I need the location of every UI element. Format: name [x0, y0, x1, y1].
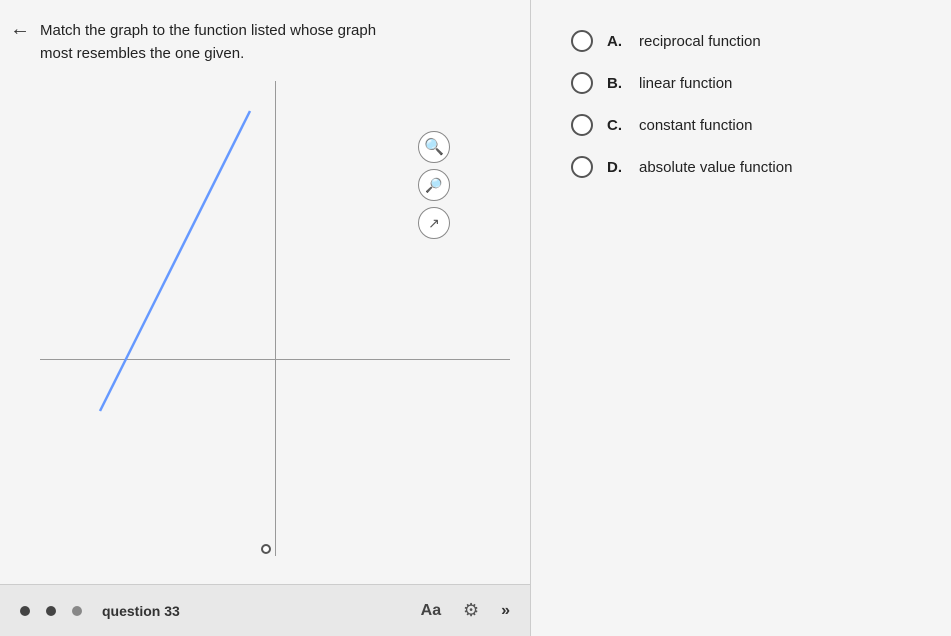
- dot-2: [46, 606, 56, 616]
- graph-area: 🔍 🔎 ↗: [40, 81, 510, 636]
- option-d-text: absolute value function: [639, 159, 792, 176]
- option-b-letter: B.: [607, 75, 625, 92]
- option-a[interactable]: A. reciprocal function: [571, 30, 921, 52]
- share-button[interactable]: ⚙: [457, 597, 485, 625]
- graph-line: [100, 111, 104, 391]
- option-a-letter: A.: [607, 33, 625, 50]
- radio-c[interactable]: [571, 114, 593, 136]
- question-label: question 33: [102, 603, 180, 619]
- bottom-tools: Aa ⚙ »: [421, 597, 510, 625]
- right-panel: A. reciprocal function B. linear functio…: [531, 0, 951, 636]
- option-d[interactable]: D. absolute value function: [571, 156, 921, 178]
- option-c-text: constant function: [639, 117, 752, 134]
- share-icon: ⚙: [463, 600, 479, 621]
- graph-endpoint-dot: [261, 544, 271, 554]
- next-button[interactable]: »: [501, 602, 510, 620]
- option-b[interactable]: B. linear function: [571, 72, 921, 94]
- zoom-out-icon: 🔎: [425, 177, 442, 194]
- back-arrow-icon[interactable]: ←: [10, 18, 30, 41]
- option-c[interactable]: C. constant function: [571, 114, 921, 136]
- dot-1: [20, 606, 30, 616]
- option-b-text: linear function: [639, 75, 732, 92]
- zoom-out-button[interactable]: 🔎: [418, 169, 450, 201]
- option-a-text: reciprocal function: [639, 33, 761, 50]
- radio-a[interactable]: [571, 30, 593, 52]
- radio-b[interactable]: [571, 72, 593, 94]
- option-c-letter: C.: [607, 117, 625, 134]
- zoom-in-button[interactable]: 🔍: [418, 131, 450, 163]
- dot-3: [72, 606, 82, 616]
- option-d-letter: D.: [607, 159, 625, 176]
- font-size-button[interactable]: Aa: [421, 602, 441, 620]
- left-panel: ← Match the graph to the function listed…: [0, 0, 531, 636]
- question-text: Match the graph to the function listed w…: [40, 20, 420, 65]
- radio-d[interactable]: [571, 156, 593, 178]
- zoom-in-icon: 🔍: [424, 137, 444, 157]
- graph-toolbar: 🔍 🔎 ↗: [418, 131, 450, 239]
- expand-icon: ↗: [428, 215, 440, 232]
- expand-button[interactable]: ↗: [418, 207, 450, 239]
- main-container: ← Match the graph to the function listed…: [0, 0, 951, 636]
- bottom-bar: question 33 Aa ⚙ »: [0, 584, 530, 636]
- line-svg: [20, 91, 320, 441]
